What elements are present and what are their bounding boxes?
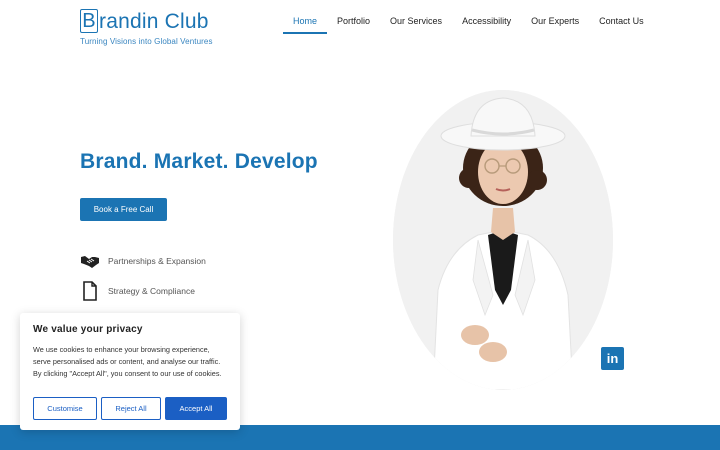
feature-item: Partnerships & Expansion: [80, 246, 206, 276]
customise-button[interactable]: Customise: [33, 397, 97, 420]
brand-logo[interactable]: Brandin Club Turning Visions into Global…: [80, 9, 213, 46]
feature-label: Partnerships & Expansion: [108, 256, 206, 266]
book-free-call-button[interactable]: Book a Free Call: [80, 198, 167, 221]
nav-contact-us[interactable]: Contact Us: [589, 0, 654, 34]
expert-portrait: [393, 90, 613, 390]
cookie-title: We value your privacy: [33, 324, 143, 335]
brand-tagline: Turning Visions into Global Ventures: [80, 37, 213, 46]
accept-all-button[interactable]: Accept All: [165, 397, 227, 420]
nav-home[interactable]: Home: [283, 0, 328, 34]
nav-accessibility[interactable]: Accessibility: [452, 0, 521, 34]
hero-headline: Brand. Market. Develop: [80, 150, 318, 173]
cookie-body: We use cookies to enhance your browsing …: [33, 345, 222, 378]
cookie-consent-banner: We value your privacy We use cookies to …: [20, 313, 240, 430]
linkedin-icon[interactable]: in: [601, 347, 624, 370]
brand-name-rest: randin Club: [99, 9, 209, 33]
nav-our-experts[interactable]: Our Experts: [521, 0, 589, 34]
nav-portfolio[interactable]: Portfolio: [327, 0, 380, 34]
nav-our-services[interactable]: Our Services: [380, 0, 452, 34]
cookie-actions: Customise Reject All Accept All: [33, 397, 227, 420]
reject-all-button[interactable]: Reject All: [101, 397, 161, 420]
brand-name: Brandin Club: [80, 9, 213, 33]
feature-label: Strategy & Compliance: [108, 286, 195, 296]
handshake-icon: [80, 251, 100, 271]
feature-item: Strategy & Compliance: [80, 276, 206, 306]
document-icon: [80, 281, 100, 301]
main-nav: Home Portfolio Our Services Accessibilit…: [283, 0, 654, 34]
brand-initial: B: [80, 9, 98, 33]
